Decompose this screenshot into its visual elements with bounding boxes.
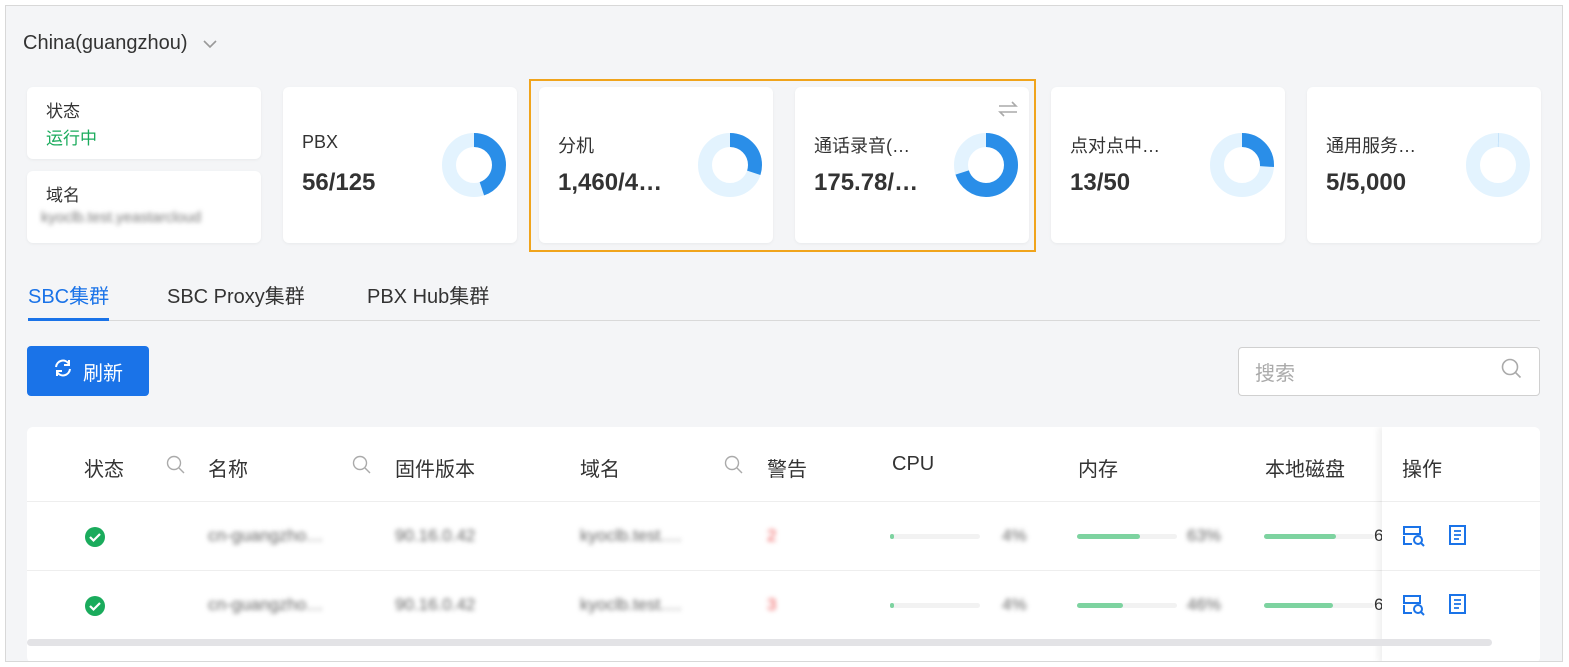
cpu-bar [890,603,980,608]
cell-firmware: 90.16.0.42 [395,526,476,545]
cell-name[interactable]: cn-guangzho… [208,526,323,546]
column-header-status: 状态 [84,459,124,481]
cell-cpu: 4% [1002,595,1027,614]
column-search-icon[interactable] [724,455,744,480]
column-header-memory: 内存 [1078,459,1118,481]
domain-card: 域名 kyoclb.test.yeastarcloud [27,171,261,243]
cell-firmware: 90.16.0.42 [395,595,476,614]
stat-value: 13/50 [1070,169,1131,196]
table-row[interactable]: cn-guangzho… 90.16.0.42 kyoclb.test.… 3 … [27,570,1540,639]
tab-pbx-hub-cluster[interactable]: PBX Hub集群 [367,280,489,321]
column-header-local-disk: 本地磁盘 [1265,459,1345,481]
donut-chart [1210,133,1274,197]
column-search-icon[interactable] [352,455,372,480]
horizontal-scrollbar[interactable] [27,639,1492,646]
donut-chart [1466,133,1530,197]
table-row[interactable]: cn-guangzho… 90.16.0.42 kyoclb.test.… 2 … [27,501,1540,570]
search-input[interactable]: 搜索 [1238,347,1540,396]
memory-bar [1077,534,1177,539]
status-label: 状态 [46,102,80,121]
log-document-icon[interactable] [1448,593,1468,615]
server-search-icon[interactable] [1402,525,1426,547]
cell-memory: 63% [1187,526,1222,545]
stat-card: 点对点中… 13/50 [1051,87,1285,243]
refresh-icon [53,358,73,384]
donut-chart [442,133,506,197]
highlight-box [529,79,1036,252]
cell-domain: kyoclb.test.… [580,595,683,614]
column-header-domain: 域名 [580,459,620,481]
stat-label: 点对点中… [1070,136,1160,156]
operations-column: 操作 [1382,427,1540,661]
chevron-down-icon [202,32,218,55]
column-header-name: 名称 [208,459,248,481]
refresh-label: 刷新 [83,362,123,385]
cell-domain: kyoclb.test.… [580,526,683,545]
status-value: 运行中 [46,129,97,148]
stat-label: 通用服务… [1326,136,1416,156]
stat-label: PBX [302,132,339,152]
cluster-tabs: SBC集群 SBC Proxy集群 PBX Hub集群 [28,276,1540,321]
status-ok-icon [85,596,105,616]
cpu-bar [890,534,980,539]
sbc-cluster-table: 状态 名称 固件版本 域名 警告 CPU 内存 本地磁盘 cn-guangzho… 90.16… [27,427,1540,661]
swap-icon[interactable] [997,100,1019,123]
cell-cpu: 4% [1002,526,1027,545]
row-actions [1382,501,1540,570]
search-placeholder: 搜索 [1255,363,1295,385]
column-search-icon[interactable] [166,455,186,480]
column-header-warnings: 警告 [767,459,807,481]
memory-bar [1077,603,1177,608]
log-document-icon[interactable] [1448,524,1468,546]
column-header-cpu: CPU [892,453,935,475]
search-icon [1501,358,1523,386]
status-card: 状态 运行中 [27,87,261,159]
region-selector[interactable]: China(guangzhou) [23,32,218,55]
domain-value: kyoclb.test.yeastarcloud [41,209,202,226]
cell-memory: 46% [1187,595,1222,614]
stat-card: 通用服务… 5/5,000 [1307,87,1541,243]
row-actions [1382,570,1540,639]
cluster-overview: China(guangzhou) 状态 运行中 域名 kyoclb.test.y… [5,5,1563,662]
stat-card: PBX 56/125 [283,87,517,243]
cell-warnings[interactable]: 2 [767,526,776,546]
stat-value: 5/5,000 [1326,169,1407,196]
refresh-button[interactable]: 刷新 [27,346,149,396]
cell-name[interactable]: cn-guangzho… [208,595,323,615]
tab-sbc-cluster[interactable]: SBC集群 [28,280,110,321]
disk-bar [1264,534,1374,539]
stat-value: 56/125 [302,169,376,196]
disk-bar [1264,603,1374,608]
region-value: China(guangzhou) [23,32,188,54]
domain-label: 域名 [46,186,80,205]
column-header-firmware: 固件版本 [395,459,475,481]
server-search-icon[interactable] [1402,594,1426,616]
cell-warnings[interactable]: 3 [767,595,776,615]
tab-sbc-proxy-cluster[interactable]: SBC Proxy集群 [167,280,305,321]
column-header-ops: 操作 [1402,459,1442,481]
status-ok-icon [85,527,105,547]
